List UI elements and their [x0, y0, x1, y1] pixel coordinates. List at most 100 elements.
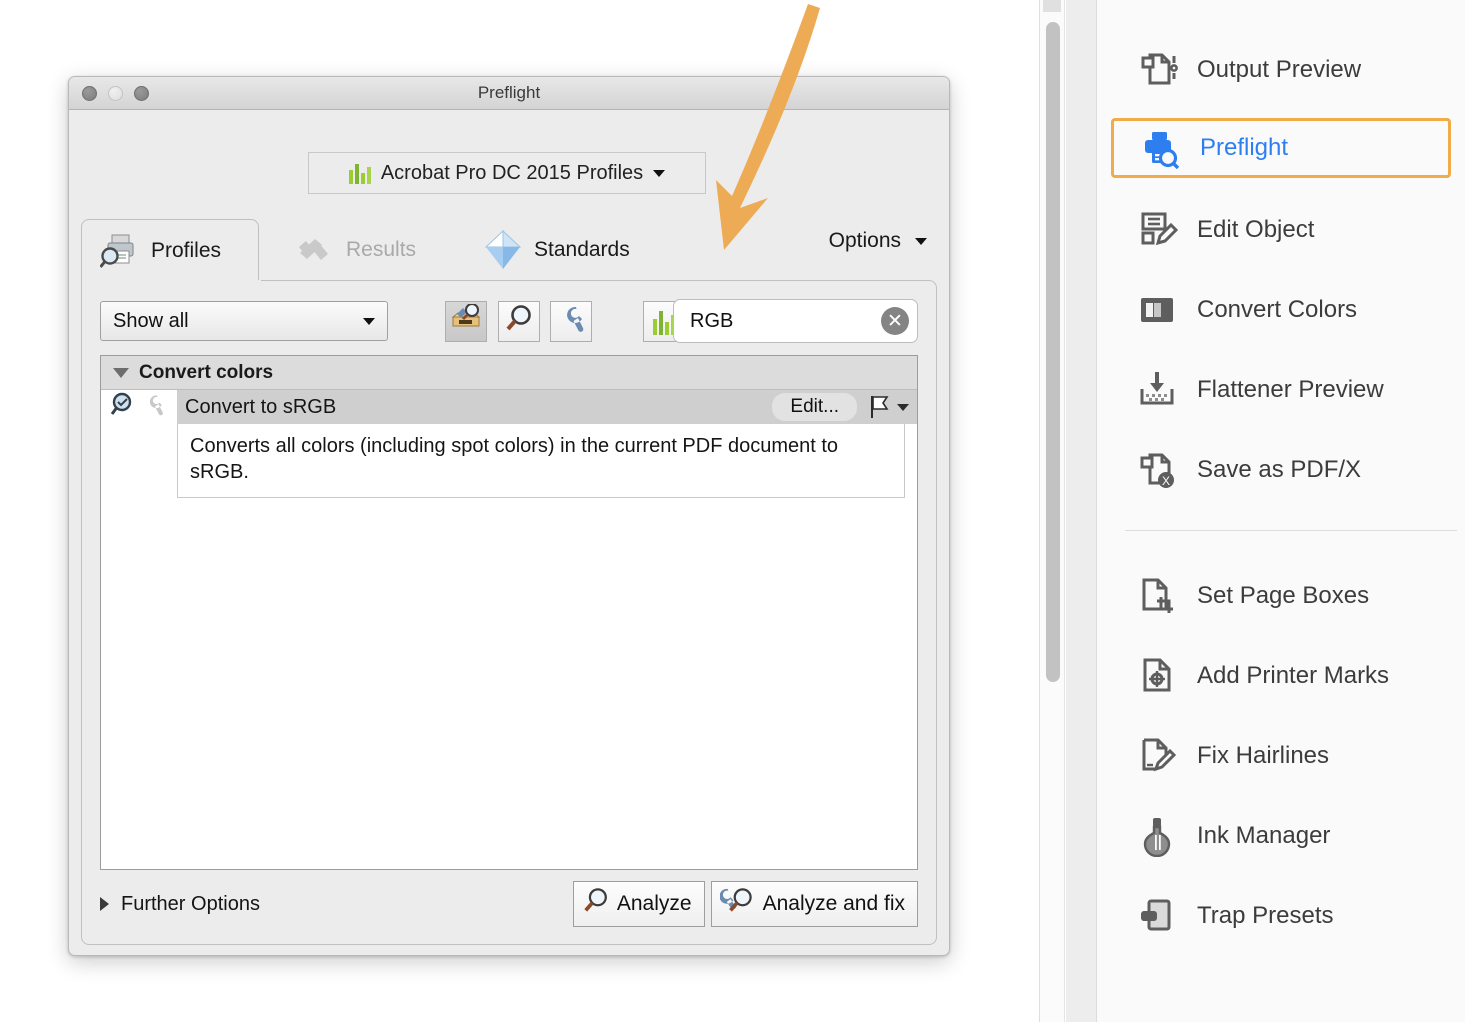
chevron-down-icon	[363, 317, 375, 325]
panel-footer: Further Options Analyze Analyze and fix	[100, 878, 918, 930]
tab-bar: Profiles Results Standards	[81, 219, 937, 281]
tab-results[interactable]: Results	[277, 219, 457, 281]
list-item-title: Convert to sRGB	[185, 395, 337, 418]
screen: Preflight Acrobat Pro DC 2015 Profiles P…	[0, 0, 1465, 1022]
profiles-panel: Show all RGB ✕ Convert colors Convert to…	[81, 280, 937, 945]
wrench-magnifier-icon	[719, 887, 756, 921]
analyze-and-fix-button-label: Analyze and fix	[762, 892, 905, 915]
toolbox-wrench-magnifier-icon	[450, 303, 482, 339]
trap-presets-icon	[1135, 894, 1179, 938]
svg-text:X: X	[1162, 474, 1170, 488]
magnifier-check-icon	[109, 392, 135, 423]
sidebar-item-output-preview[interactable]: Output Preview	[1111, 40, 1451, 100]
edit-object-icon	[1135, 208, 1179, 252]
barchart-icon	[348, 162, 371, 184]
show-all-dropdown[interactable]: Show all	[100, 301, 388, 341]
sidebar-item-label: Trap Presets	[1197, 902, 1334, 929]
profiles-list: Convert colors Convert to sRGB Edit... C…	[100, 355, 918, 870]
sidebar-item-set-page-boxes[interactable]: Set Page Boxes	[1111, 566, 1451, 626]
list-item-description: Converts all colors (including spot colo…	[177, 424, 905, 499]
sidebar-item-label: Add Printer Marks	[1197, 662, 1390, 689]
sidebar-item-save-as-pdfx[interactable]: X Save as PDF/X	[1111, 440, 1451, 500]
sidebar-item-label: Edit Object	[1197, 216, 1315, 243]
sidebar-item-label: Convert Colors	[1197, 296, 1358, 323]
sidebar-item-trap-presets[interactable]: Trap Presets	[1111, 886, 1451, 946]
sidebar-item-edit-object[interactable]: Edit Object	[1111, 200, 1451, 260]
save-pdfx-icon: X	[1135, 448, 1179, 492]
show-all-value: Show all	[113, 309, 189, 332]
scrollbar-thumb[interactable]	[1046, 22, 1060, 682]
filter-toolbar: Show all RGB ✕	[100, 299, 918, 343]
sidebar-item-convert-colors[interactable]: Convert Colors	[1111, 280, 1451, 340]
edit-button[interactable]: Edit...	[772, 393, 857, 421]
sidebar-item-label: Fix Hairlines	[1197, 742, 1330, 769]
further-options-toggle[interactable]: Further Options	[100, 893, 260, 916]
group-header-convert-colors[interactable]: Convert colors	[101, 356, 917, 390]
analyze-button-label: Analyze	[616, 892, 692, 915]
sidebar-item-flattener-preview[interactable]: Flattener Preview	[1111, 360, 1451, 420]
panel-collapse-strip[interactable]	[1066, 0, 1097, 1022]
sidebar-item-label: Output Preview	[1197, 56, 1362, 83]
window-body: Acrobat Pro DC 2015 Profiles Profiles Re…	[69, 110, 949, 955]
preflight-icon	[1138, 126, 1182, 170]
tab-standards-label: Standards	[534, 238, 630, 261]
scrollbar-cap	[1043, 0, 1061, 12]
tab-results-label: Results	[346, 238, 417, 261]
sidebar-divider	[1125, 530, 1457, 531]
sidebar-item-label: Ink Manager	[1197, 822, 1331, 849]
chevron-down-icon	[915, 237, 927, 245]
output-preview-icon	[1135, 48, 1179, 92]
tab-standards[interactable]: Standards	[465, 219, 665, 281]
diamond-icon	[481, 228, 525, 272]
preflight-window: Preflight Acrobat Pro DC 2015 Profiles P…	[68, 76, 950, 956]
tab-profiles-label: Profiles	[151, 238, 222, 262]
triangle-right-icon	[100, 897, 109, 911]
inspect-button[interactable]	[498, 301, 540, 342]
options-menu-label: Options	[828, 229, 901, 252]
window-titlebar: Preflight	[69, 77, 949, 110]
barchart-icon	[653, 309, 675, 335]
row-status-icons	[101, 392, 177, 423]
printer-marks-icon	[1135, 654, 1179, 698]
tab-join-mask	[83, 280, 261, 282]
list-item-convert-to-srgb[interactable]: Convert to sRGB Edit...	[101, 390, 917, 424]
ink-manager-icon	[1135, 814, 1179, 858]
sidebar-item-preflight[interactable]: Preflight	[1111, 118, 1451, 178]
set-page-boxes-icon	[1135, 574, 1179, 618]
fixup-button[interactable]	[550, 301, 592, 342]
chevron-down-icon	[653, 169, 666, 177]
further-options-label: Further Options	[121, 892, 260, 915]
action-buttons: Analyze Analyze and fix	[572, 881, 918, 927]
sidebar-item-label: Flattener Preview	[1197, 376, 1384, 403]
flattener-icon	[1135, 368, 1179, 412]
window-title: Preflight	[477, 83, 541, 102]
profile-selector[interactable]: Acrobat Pro DC 2015 Profiles	[308, 152, 706, 194]
sidebar-item-fix-hairlines[interactable]: Fix Hairlines	[1111, 726, 1451, 786]
options-menu[interactable]: Options	[829, 229, 927, 253]
checkmarks-icon	[293, 228, 337, 272]
magnifier-icon	[504, 304, 534, 339]
analyze-and-fix-button[interactable]: Analyze and fix	[710, 881, 918, 927]
fix-hairlines-icon	[1135, 734, 1179, 778]
magnifier-icon	[582, 887, 610, 921]
profile-selector-label: Acrobat Pro DC 2015 Profiles	[380, 161, 644, 184]
wrench-icon	[141, 393, 165, 422]
triangle-down-icon[interactable]	[113, 367, 129, 378]
search-field[interactable]: RGB ✕	[673, 299, 918, 343]
sidebar-item-add-printer-marks[interactable]: Add Printer Marks	[1111, 646, 1451, 706]
new-profile-button[interactable]	[445, 301, 487, 342]
wrench-icon	[556, 304, 586, 339]
tools-panel: Output Preview Preflight Edit Object Con…	[1097, 0, 1465, 1022]
convert-colors-icon	[1135, 288, 1179, 332]
sidebar-item-label: Preflight	[1200, 134, 1289, 161]
chevron-down-icon[interactable]	[897, 403, 909, 411]
sidebar-item-label: Save as PDF/X	[1197, 456, 1362, 483]
analyze-button[interactable]: Analyze	[572, 881, 705, 927]
search-value: RGB	[690, 309, 734, 332]
tab-profiles[interactable]: Profiles	[81, 219, 259, 281]
clear-search-icon[interactable]: ✕	[881, 307, 909, 335]
sidebar-item-ink-manager[interactable]: Ink Manager	[1111, 806, 1451, 866]
flag-cell[interactable]	[861, 395, 917, 419]
flag-icon	[871, 396, 889, 418]
list-item-row[interactable]: Convert to sRGB Edit...	[177, 390, 917, 424]
